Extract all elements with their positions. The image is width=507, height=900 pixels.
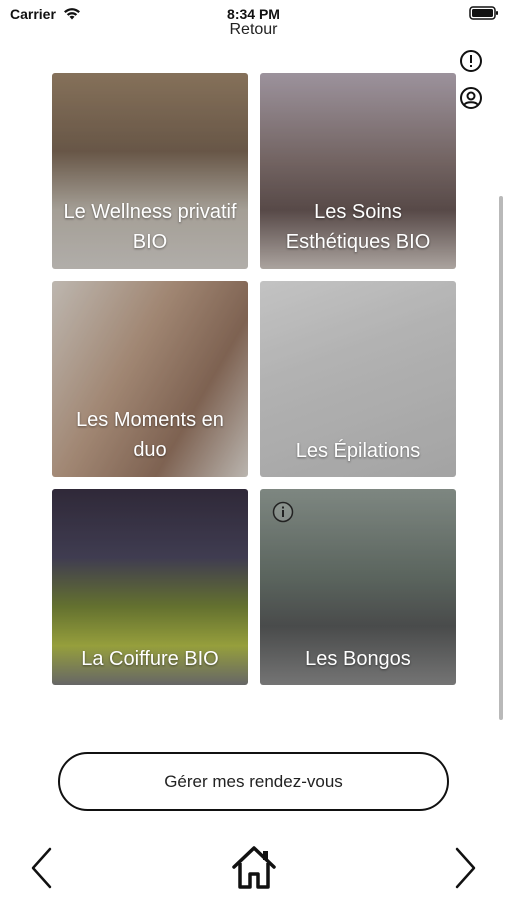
tile-label: Les Moments en duo <box>76 409 224 461</box>
tile-duo[interactable]: Les Moments en duo <box>52 281 248 477</box>
tile-epilations[interactable]: Les Épilations <box>260 281 456 477</box>
chevron-right-icon[interactable] <box>451 846 479 890</box>
tile-coiffure[interactable]: La Coiffure BIO <box>52 489 248 685</box>
tile-label: Le Wellness privatif BIO <box>63 201 237 253</box>
manage-appointments-label: Gérer mes rendez-vous <box>164 771 343 791</box>
alert-icon[interactable] <box>459 49 483 73</box>
info-icon[interactable] <box>272 501 294 523</box>
tile-label: Les Soins Esthétiques BIO <box>285 201 431 253</box>
back-button[interactable]: Retour <box>0 18 507 38</box>
home-icon[interactable] <box>228 842 280 892</box>
profile-icon[interactable] <box>459 86 483 110</box>
manage-appointments-button[interactable]: Gérer mes rendez-vous <box>58 752 449 811</box>
scrollbar[interactable] <box>499 196 503 720</box>
tile-wellness[interactable]: Le Wellness privatif BIO <box>52 73 248 269</box>
tile-label: Les Épilations <box>295 440 421 462</box>
tile-label: Les Bongos <box>305 648 411 670</box>
tile-bongos[interactable]: Les Bongos <box>260 489 456 685</box>
tile-soins[interactable]: Les Soins Esthétiques BIO <box>260 73 456 269</box>
chevron-left-icon[interactable] <box>28 846 56 890</box>
tile-label: La Coiffure BIO <box>81 648 219 670</box>
